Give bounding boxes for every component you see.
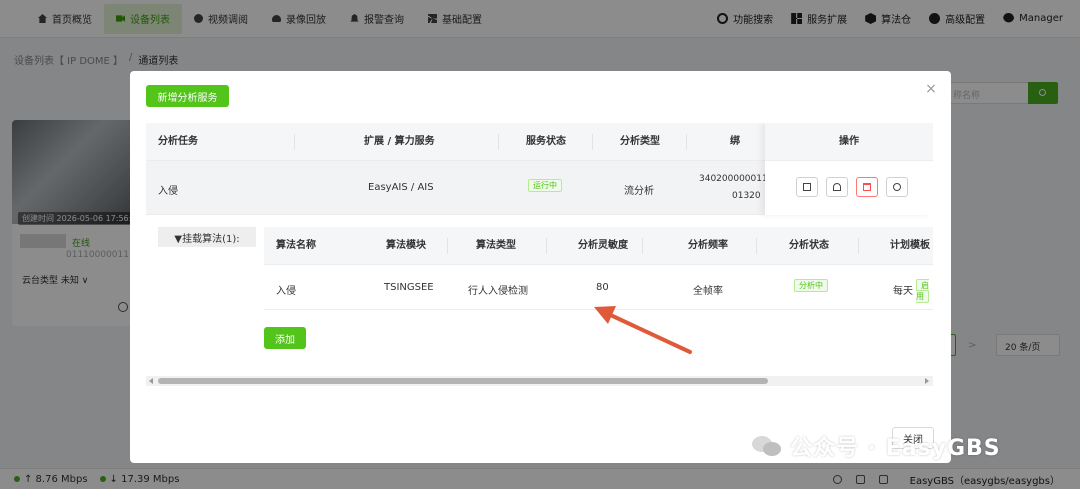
col-algo-name: 算法名称 — [276, 240, 316, 251]
operation-buttons — [765, 161, 933, 197]
analysis-status-badge: 分析中 — [794, 279, 828, 292]
col-plan: 计划模板 — [890, 240, 930, 251]
col-divider — [686, 134, 687, 150]
frequency-value: 全帧率 — [693, 286, 723, 297]
add-algorithm-button[interactable]: 添加 — [264, 327, 306, 349]
col-divider — [858, 238, 859, 254]
annotation-arrow — [594, 306, 692, 354]
plan-enabled-badge: 启用 — [916, 279, 933, 303]
horizontal-scrollbar[interactable] — [146, 376, 933, 386]
col-service: 扩展 / 算力服务 — [364, 136, 435, 147]
info-icon — [893, 183, 901, 191]
service-name: EasyAIS / AIS — [368, 182, 434, 193]
col-divider — [294, 134, 295, 150]
sensitivity-value: 80 — [596, 282, 609, 293]
watermark-text: 公众号 · EasyGBS — [790, 436, 1001, 461]
info-button[interactable] — [886, 177, 908, 197]
scroll-left-icon[interactable] — [149, 378, 153, 384]
analysis-type: 流分析 — [624, 186, 654, 197]
col-divider — [756, 238, 757, 254]
col-algo-type: 算法类型 — [476, 240, 516, 251]
col-frequency: 分析频率 — [688, 240, 728, 251]
edit-icon — [803, 183, 811, 191]
status-badge: 运行中 — [528, 179, 562, 192]
algo-type: 行人入侵检测 — [468, 286, 528, 297]
task-name: 入侵 — [158, 186, 178, 197]
bind-code-line1: 3402000000111 — [699, 174, 774, 184]
service-status-badge: 运行中 — [528, 179, 562, 192]
col-algo-module: 算法模块 — [386, 240, 426, 251]
col-sensitivity: 分析灵敏度 — [578, 240, 628, 251]
alarm-button[interactable] — [826, 177, 848, 197]
plan-value: 每天 — [893, 286, 913, 297]
col-analysis-status: 分析状态 — [789, 240, 829, 251]
delete-button[interactable] — [856, 177, 878, 197]
col-task: 分析任务 — [158, 136, 198, 147]
watermark: 公众号 · EasyGBS — [752, 430, 1001, 462]
algo-module: TSINGSEE — [384, 282, 434, 293]
col-divider — [546, 238, 547, 254]
service-table: 分析任务 扩展 / 算力服务 服务状态 分析类型 绑 入侵 EasyAIS / … — [146, 123, 933, 359]
close-icon[interactable]: × — [925, 82, 937, 96]
analysis-service-modal: 新增分析服务 × 分析任务 扩展 / 算力服务 服务状态 分析类型 绑 入侵 E… — [130, 71, 951, 463]
col-operation: 操作 — [765, 123, 933, 161]
wechat-icon — [752, 434, 782, 458]
operation-column: 操作 — [765, 123, 933, 215]
bind-code-line2: 01320 — [732, 191, 761, 201]
algo-name: 入侵 — [276, 286, 296, 297]
scrollbar-thumb[interactable] — [158, 378, 768, 384]
algorithm-table-header: 算法名称 算法模块 算法类型 分析灵敏度 分析频率 分析状态 计划模板 — [264, 227, 933, 265]
add-analysis-service-button[interactable]: 新增分析服务 — [146, 85, 229, 107]
col-status: 服务状态 — [526, 136, 566, 147]
scroll-right-icon[interactable] — [925, 378, 929, 384]
mounted-algorithms-toggle[interactable]: ▼挂载算法(1): — [158, 227, 256, 247]
col-divider — [642, 238, 643, 254]
col-divider — [592, 134, 593, 150]
edit-button[interactable] — [796, 177, 818, 197]
col-divider — [498, 134, 499, 150]
trash-icon — [863, 183, 871, 191]
col-divider — [447, 238, 448, 254]
arrow-shaft — [602, 310, 692, 354]
col-bind: 绑 — [730, 136, 740, 147]
alarm-icon — [833, 183, 841, 191]
status-badge: 启用 — [916, 279, 929, 303]
status-badge: 分析中 — [794, 279, 828, 292]
col-type: 分析类型 — [620, 136, 660, 147]
